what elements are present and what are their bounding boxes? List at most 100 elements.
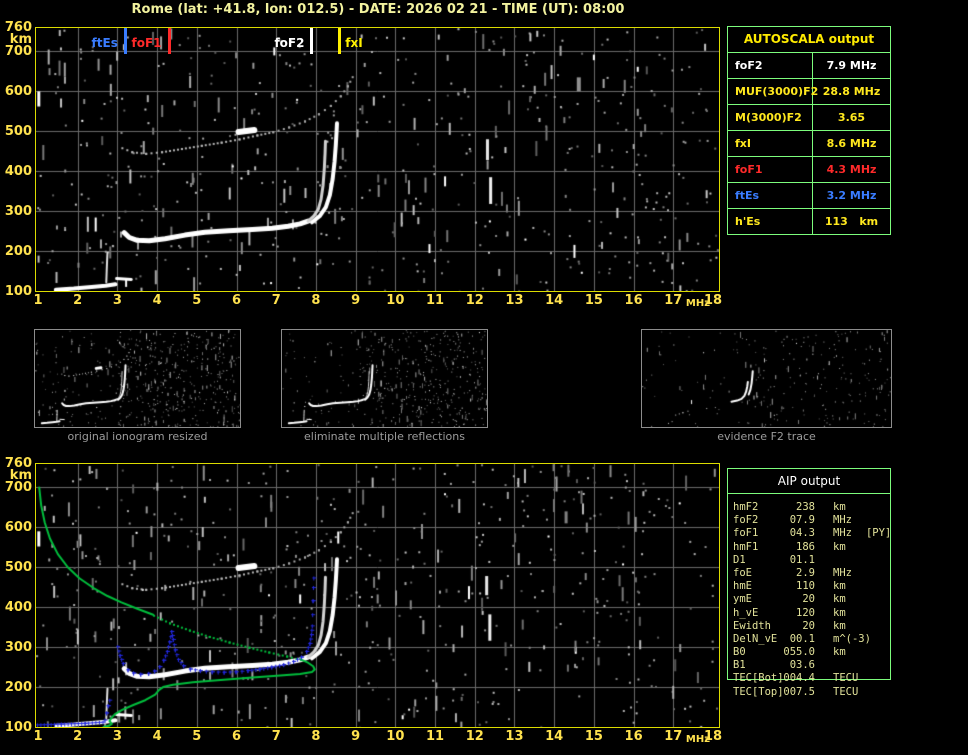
- aip-row-label: ymE: [733, 593, 752, 606]
- aip-row-unit: km: [833, 580, 846, 593]
- aip-row-value: 03.6: [789, 659, 815, 672]
- legend-label-fof2: foF2: [274, 36, 305, 50]
- y-tick-label: 500: [4, 560, 32, 576]
- x-tick-label: 14: [545, 293, 564, 308]
- autoscala-row: foF2 7.9 MHz: [728, 53, 890, 79]
- x-tick-label: 10: [386, 293, 405, 308]
- y-tick-label: 600: [4, 520, 32, 536]
- legend-label-fxi: fxI: [345, 36, 363, 50]
- y-tick-label: 600: [4, 84, 32, 100]
- autoscala-row-label: ftEs: [728, 183, 813, 208]
- aip-row-value: 01.1: [789, 553, 815, 566]
- autoscala-row-value: 28.8 MHz: [822, 85, 881, 98]
- aip-table-rows: hmF2 238 km foF2 07.9 MHz foF1 04.3 MHz [PY] hmF1 1…: [733, 501, 965, 699]
- aip-row-label: TEC[Bot]: [733, 672, 784, 685]
- aip-row: hmF1 186 km: [733, 541, 965, 554]
- autoscala-table-title: AUTOSCALA output: [728, 27, 890, 53]
- aip-row: B0 055.0 km: [733, 646, 965, 659]
- x-tick-label: 12: [465, 293, 484, 308]
- autoscala-row: M(3000)F2 3.65: [728, 105, 890, 131]
- panel-eliminate-reflections: [281, 329, 488, 428]
- aip-row: D1 01.1: [733, 554, 965, 567]
- x-tick-label: 8: [311, 729, 321, 744]
- autoscala-row: MUF(3000)F2 28.8 MHz: [728, 79, 890, 105]
- aip-row-unit: km: [833, 606, 846, 619]
- aip-row-unit: TECU: [833, 672, 859, 685]
- y-tick-label: 500: [4, 124, 32, 140]
- aip-row-label: TEC[Top]: [733, 685, 784, 698]
- autoscala-row: ftEs 3.2 MHz: [728, 183, 890, 209]
- autoscala-row-label: foF2: [728, 53, 813, 78]
- aip-table-title: AIP output: [728, 469, 890, 494]
- aip-row-label: DelN_vE: [733, 632, 778, 645]
- panel-eliminate-canvas: [282, 330, 487, 427]
- aip-row: h_vE 120 km: [733, 607, 965, 620]
- y-tick-label: 700: [4, 44, 32, 60]
- aip-row-value: 238: [796, 501, 815, 513]
- x-tick-label: 16: [624, 293, 643, 308]
- autoscala-row: foF1 4.3 MHz: [728, 157, 890, 183]
- x-tick-label: 11: [426, 729, 445, 744]
- autoscala-row-value: 7.9 MHz: [826, 59, 877, 72]
- aip-row-label: h_vE: [733, 606, 759, 619]
- aip-row-value: 00.1: [789, 632, 815, 645]
- aip-row-label: hmE: [733, 580, 752, 593]
- aip-row-unit: km: [833, 501, 846, 513]
- y-tick-label: 200: [4, 680, 32, 696]
- legend-line-fof2: [310, 28, 314, 54]
- aip-row-label: B1: [733, 659, 746, 672]
- x-tick-label: 12: [465, 729, 484, 744]
- x-tick-label: 8: [311, 293, 321, 308]
- x-tick-label: 1: [33, 293, 43, 308]
- y-axis-unit-label: km: [9, 32, 32, 48]
- x-tick-label: 16: [624, 729, 643, 744]
- x-tick-label: 9: [351, 293, 361, 308]
- aip-row-unit: TECU: [833, 685, 859, 698]
- autoscala-table-rows: foF2 7.9 MHz MUF(3000)F2 28.8 MHz M(3000)F2 3…: [728, 53, 890, 234]
- aip-row-label: foF1: [733, 527, 759, 540]
- aip-row-value: 007.5: [783, 685, 815, 698]
- x-tick-label: 14: [545, 729, 564, 744]
- aip-row-unit: km: [833, 593, 846, 606]
- legend-label-ftes: ftEs: [91, 36, 118, 50]
- aip-row-label: hmF1: [733, 540, 759, 553]
- x-tick-label: 6: [231, 729, 242, 744]
- y-tick-label: 700: [4, 480, 32, 496]
- x-tick-label: 2: [73, 293, 83, 308]
- x-tick-label: 1: [33, 729, 43, 744]
- aip-row-label: Ewidth: [733, 619, 771, 632]
- bottom-ionogram-canvas: [36, 464, 719, 727]
- x-tick-label: 3: [112, 729, 122, 744]
- aip-row-label: B0: [733, 646, 746, 659]
- y-tick-label: 300: [4, 204, 32, 220]
- aip-row: B1 03.6: [733, 659, 965, 672]
- panel-caption-eliminate: eliminate multiple reflections: [304, 430, 465, 443]
- aip-row-value: 120: [796, 606, 815, 619]
- x-tick-label: 7: [271, 293, 281, 308]
- autoscala-row-label: MUF(3000)F2: [728, 79, 818, 104]
- legend-line-fxi: [338, 28, 342, 54]
- x-tick-label: 5: [192, 729, 202, 744]
- y-axis-unit-label: km: [9, 468, 32, 484]
- x-tick-label: 9: [351, 729, 361, 744]
- legend-line-fof1: [167, 28, 171, 54]
- aip-row-value: 186: [796, 540, 815, 553]
- aip-row-label: D1: [733, 553, 746, 566]
- aip-row-unit: MHz: [833, 514, 852, 527]
- aip-row-unit: MHz: [833, 527, 852, 540]
- top-ionogram-canvas: [36, 28, 719, 291]
- aip-row: foF1 04.3 MHz [PY]: [733, 527, 965, 540]
- aip-row-unit: MHz: [833, 566, 852, 579]
- aip-row-label: hmF2: [733, 501, 759, 513]
- aip-row-label: foE: [733, 566, 752, 579]
- station-date-time-title: Rome (lat: +41.8, lon: 012.5) - DATE: 20…: [131, 2, 625, 17]
- aip-row-unit: m^(-3): [833, 632, 871, 645]
- aip-row-value: 004.4: [783, 672, 815, 685]
- x-tick-label: 15: [584, 293, 603, 308]
- aip-row: foF2 07.9 MHz: [733, 514, 965, 527]
- y-tick-label: 200: [4, 244, 32, 260]
- panel-caption-evidence: evidence F2 trace: [717, 430, 816, 443]
- aip-row-unit: km: [833, 646, 846, 659]
- legend-label-fof1: foF1: [131, 36, 162, 50]
- aip-row-value: 07.9: [789, 514, 815, 527]
